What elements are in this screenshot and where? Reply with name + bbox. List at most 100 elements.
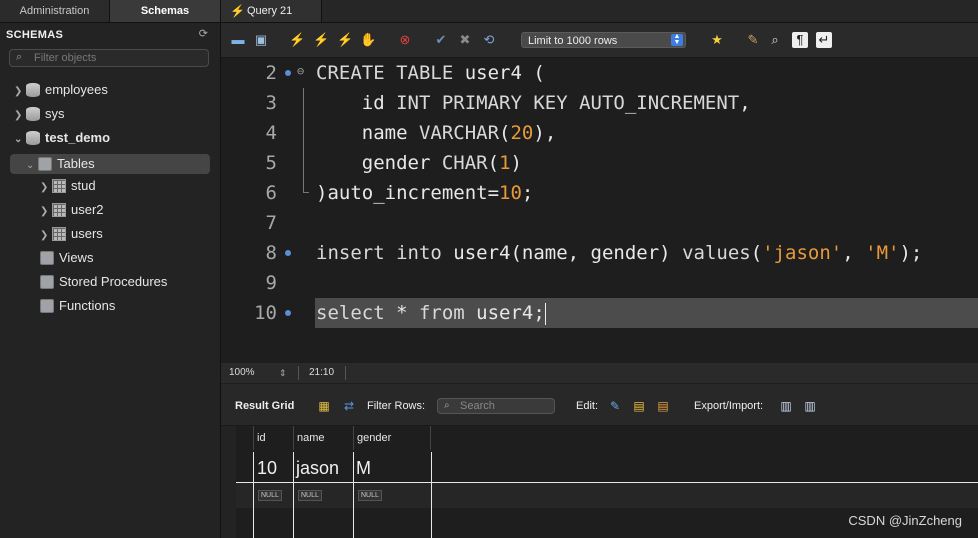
execute-bolt-icon[interactable]: ⚡ <box>289 32 305 48</box>
table-row[interactable] <box>236 482 978 508</box>
tab-administration[interactable]: Administration <box>0 0 110 22</box>
open-folder-icon[interactable]: ▬ <box>230 32 246 48</box>
refresh-arrows-icon[interactable]: ⇄ <box>341 399 357 413</box>
null-badge[interactable]: NULL <box>298 490 322 501</box>
tab-schemas[interactable]: Schemas <box>110 0 221 22</box>
explain-icon[interactable]: ⚡ <box>337 32 353 48</box>
beautify-star-icon[interactable]: ★ <box>709 32 725 48</box>
table-icon <box>52 178 66 193</box>
column-header-name[interactable]: name <box>293 426 353 450</box>
delete-row-icon[interactable]: ▤ <box>655 399 671 413</box>
refresh-schemas-icon[interactable]: ⟳ <box>199 27 208 40</box>
code-line[interactable]: id INT PRIMARY KEY AUTO_INCREMENT, <box>316 88 751 118</box>
code-token: )auto_increment= <box>316 182 500 204</box>
code-token: 'jason' <box>762 242 843 264</box>
code-token: user4; <box>476 302 545 324</box>
code-line[interactable]: )auto_increment=10; <box>316 178 533 208</box>
tree-item-views[interactable]: Views <box>40 248 93 268</box>
filter-rows-input[interactable] <box>460 399 550 413</box>
zoom-stepper-icon[interactable]: ⇕ <box>279 363 287 383</box>
brush-icon[interactable]: ✎ <box>745 32 761 48</box>
code-token: 10 <box>499 182 522 204</box>
chevron-right-icon[interactable]: ❯ <box>14 82 26 102</box>
statement-marker-dot <box>285 310 291 316</box>
result-grid: id name gender 10 jason M NULL NULL NULL… <box>221 426 978 538</box>
tree-item-user2[interactable]: ❯ user2 <box>40 200 104 220</box>
code-token: 20 <box>510 122 534 144</box>
limit-rows-value: Limit to 1000 rows <box>528 35 618 47</box>
cell-border <box>353 452 354 538</box>
tab-query[interactable]: ⚡ Query 21 <box>221 0 322 22</box>
line-number: 9 <box>265 272 277 294</box>
chevron-down-icon[interactable]: ⌄ <box>26 156 38 176</box>
table-icon <box>52 202 66 217</box>
insert-row-icon[interactable]: ▤ <box>631 399 647 413</box>
cell-border <box>293 452 294 538</box>
commit-check-icon[interactable]: ✔ <box>433 32 449 48</box>
column-header-gender[interactable]: gender <box>353 426 431 450</box>
tree-item-sys[interactable]: ❯ sys <box>14 104 65 124</box>
tree-item-stored-procedures[interactable]: Stored Procedures <box>40 272 167 292</box>
code-line[interactable]: gender CHAR(1) <box>316 148 522 178</box>
statement-marker-dot <box>285 70 291 76</box>
column-header-id[interactable]: id <box>253 426 293 450</box>
toggle-error-icon[interactable]: ⊗ <box>397 32 413 48</box>
tree-item-employees[interactable]: ❯ employees <box>14 80 108 100</box>
text-caret <box>544 302 546 325</box>
chevron-right-icon[interactable]: ❯ <box>40 202 52 222</box>
tree-item-label: users <box>71 226 103 241</box>
line-number: 6 <box>265 182 277 204</box>
code-line[interactable]: CREATE TABLE user4 ( <box>316 58 545 88</box>
limit-rows-select[interactable]: Limit to 1000 rows ▲ ▼ <box>521 32 686 48</box>
fold-toggle-icon[interactable]: ⊖ <box>297 64 304 78</box>
tables-folder-icon <box>38 156 52 171</box>
cell-name[interactable]: jason <box>296 458 339 479</box>
import-icon[interactable]: ▥ <box>802 399 818 413</box>
chevron-right-icon[interactable]: ❯ <box>14 106 26 126</box>
autocommit-icon[interactable]: ⟲ <box>481 32 497 48</box>
line-number: 8 <box>265 242 277 264</box>
execute-current-bolt-icon[interactable]: ⚡ <box>313 32 329 48</box>
find-magnifier-icon[interactable]: ⌕ <box>767 32 783 48</box>
cell-id[interactable]: 10 <box>257 458 277 479</box>
export-icon[interactable]: ▥ <box>778 399 794 413</box>
edit-label: Edit: <box>576 400 599 412</box>
grid-view-icon[interactable]: ▦ <box>316 399 332 413</box>
chevron-right-icon[interactable]: ❯ <box>40 178 52 198</box>
code-token: insert into <box>316 242 454 264</box>
invisible-chars-icon[interactable]: ¶ <box>792 32 808 48</box>
divider <box>298 366 299 380</box>
code-line[interactable]: select * from user4; <box>316 298 546 328</box>
cell-gender[interactable]: M <box>356 458 371 479</box>
chevron-right-icon[interactable]: ❯ <box>40 226 52 246</box>
rollback-x-icon[interactable]: ✖ <box>457 32 473 48</box>
code-token: CREATE TABLE <box>316 62 465 84</box>
code-line[interactable]: name VARCHAR(20), <box>316 118 557 148</box>
cell-border <box>253 452 254 538</box>
zoom-level[interactable]: 100% <box>229 363 255 383</box>
null-badge[interactable]: NULL <box>358 490 382 501</box>
tree-item-functions[interactable]: Functions <box>40 296 115 316</box>
edit-row-icon[interactable]: ✎ <box>607 399 623 413</box>
tree-item-users[interactable]: ❯ users <box>40 224 103 244</box>
results-toolbar: Result Grid ▦ ⇄ Filter Rows: ⌕ Edit: ✎ ▤… <box>221 384 978 426</box>
tree-item-label: stud <box>71 178 96 193</box>
cursor-position: 21:10 <box>309 367 335 378</box>
tree-item-label: sys <box>45 106 65 121</box>
line-number: 7 <box>265 212 277 234</box>
null-badge[interactable]: NULL <box>258 490 282 501</box>
tree-item-test-demo[interactable]: ⌄ test_demo <box>14 128 110 148</box>
code-line[interactable]: insert into user4(name, gender) values('… <box>316 238 922 268</box>
chevron-down-icon[interactable]: ⌄ <box>14 130 26 150</box>
wrap-icon[interactable]: ↵ <box>816 32 832 48</box>
stop-icon[interactable]: ✋ <box>360 32 376 48</box>
filter-rows-search[interactable]: ⌕ <box>437 398 555 414</box>
sql-editor[interactable]: 2 ⊖ CREATE TABLE user4 (3 id INT PRIMARY K… <box>221 58 978 362</box>
code-token: INT PRIMARY KEY AUTO_INCREMENT <box>396 92 740 114</box>
tree-item-tables[interactable]: ⌄ Tables <box>10 154 210 174</box>
filter-objects-field[interactable]: ⌕ <box>9 49 209 67</box>
tree-item-label: Stored Procedures <box>59 274 168 289</box>
filter-objects-input[interactable] <box>34 51 204 65</box>
save-icon[interactable]: ▣ <box>253 32 269 48</box>
tree-item-stud[interactable]: ❯ stud <box>40 176 96 196</box>
